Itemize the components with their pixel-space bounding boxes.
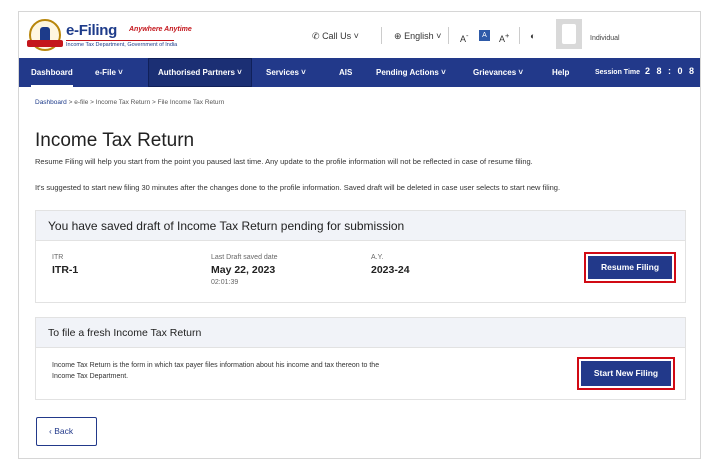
user-type-label: Individual [590,35,620,42]
assessment-year-value: 2023-24 [371,264,410,276]
fresh-filing-card: To file a fresh Income Tax Return Income… [35,317,686,400]
resume-info-text: Resume Filing will help you start from t… [35,157,533,166]
brand-title[interactable]: e-Filing [66,22,117,39]
chevron-down-icon: ˅ [441,68,446,77]
saved-draft-card-title: You have saved draft of Income Tax Retur… [36,211,685,241]
site-header: e-Filing Anywhere Anytime Income Tax Dep… [19,12,700,58]
nav-authorised-partners[interactable]: Authorised Partners ˅ [148,58,252,87]
nav-efile-label: e-File [95,68,116,77]
breadcrumb: Dashboard > e-file > Income Tax Return >… [35,99,224,106]
breadcrumb-current: File Income Tax Return [157,99,225,106]
nav-authorised-partners-label: Authorised Partners [158,68,235,77]
draft-time-value: 02:01:39 [211,279,239,286]
avatar[interactable] [556,19,582,49]
breadcrumb-income-tax-return[interactable]: Income Tax Return [96,99,150,106]
resume-filing-highlight: Resume Filing [584,252,676,283]
header-divider [381,27,382,44]
chevron-down-icon: ˅ [436,31,442,41]
nav-grievances[interactable]: Grievances ˅ [473,58,523,87]
nav-dashboard[interactable]: Dashboard [31,58,73,87]
font-normal-button[interactable]: A [479,30,490,41]
back-button-label: Back [54,426,74,436]
assessment-year-label: A.Y. [371,254,384,261]
breadcrumb-separator: > [90,99,94,106]
fresh-filing-card-title: To file a fresh Income Tax Return [36,318,685,348]
header-divider [448,27,449,44]
nav-efile[interactable]: e-File ˅ [95,58,123,87]
itr-label: ITR [52,254,64,261]
emblem-ribbon [27,40,63,47]
call-us-label: Call Us [322,31,352,41]
globe-icon: ⊕ [394,31,402,41]
language-label: English [404,31,434,41]
session-timer: 2 8 : 0 8 [645,66,697,76]
start-new-filing-highlight: Start New Filing [577,357,675,390]
brand-tagline: Anywhere Anytime [129,26,192,33]
phone-icon: ✆ [312,31,320,41]
breadcrumb-separator: > [152,99,156,106]
nav-pending-actions-label: Pending Actions [376,68,439,77]
saved-draft-card: You have saved draft of Income Tax Retur… [35,210,686,303]
breadcrumb-dashboard[interactable]: Dashboard [35,99,67,106]
font-increase-button[interactable]: A+ [499,31,509,44]
start-new-filing-button[interactable]: Start New Filing [581,361,671,386]
back-button[interactable]: ‹ Back [36,417,97,446]
new-filing-info-text: It's suggested to start new filing 30 mi… [35,183,561,192]
chevron-down-icon: ˅ [518,68,524,77]
nav-pending-actions[interactable]: Pending Actions ˅ [376,58,446,87]
nav-help[interactable]: Help [552,58,569,87]
breadcrumb-separator: > [68,99,73,106]
nav-services-label: Services [266,68,299,77]
chevron-down-icon: ˅ [118,68,123,77]
brand-divider [66,40,174,41]
resume-filing-button[interactable]: Resume Filing [588,256,672,279]
contrast-toggle-icon[interactable]: ◐ [530,31,535,41]
language-selector[interactable]: ⊕ English ˅ [394,31,441,42]
chevron-left-icon: ‹ [49,426,52,436]
breadcrumb-efile[interactable]: e-file [74,99,88,106]
nav-ais[interactable]: AIS [339,58,352,87]
header-divider [519,27,520,44]
draft-date-value: May 22, 2023 [211,264,276,276]
nav-services[interactable]: Services ˅ [266,58,306,87]
nav-grievances-label: Grievances [473,68,517,77]
itr-value: ITR-1 [52,264,79,276]
font-decrease-button[interactable]: A- [460,31,469,44]
chevron-down-icon: ˅ [353,31,359,41]
brand-subtitle: Income Tax Department, Government of Ind… [66,42,178,48]
fresh-filing-description: Income Tax Return is the form in which t… [52,362,380,380]
main-nav: Dashboard e-File ˅ Authorised Partners ˅… [19,58,700,87]
call-us-menu[interactable]: ✆ Call Us ˅ [312,31,359,42]
app-window: e-Filing Anywhere Anytime Income Tax Dep… [18,11,701,459]
session-time-label: Session Time [595,69,641,76]
draft-date-label: Last Draft saved date [211,254,278,261]
chevron-down-icon: ˅ [301,68,306,77]
page-title: Income Tax Return [35,130,195,151]
chevron-down-icon: ˅ [237,68,242,77]
